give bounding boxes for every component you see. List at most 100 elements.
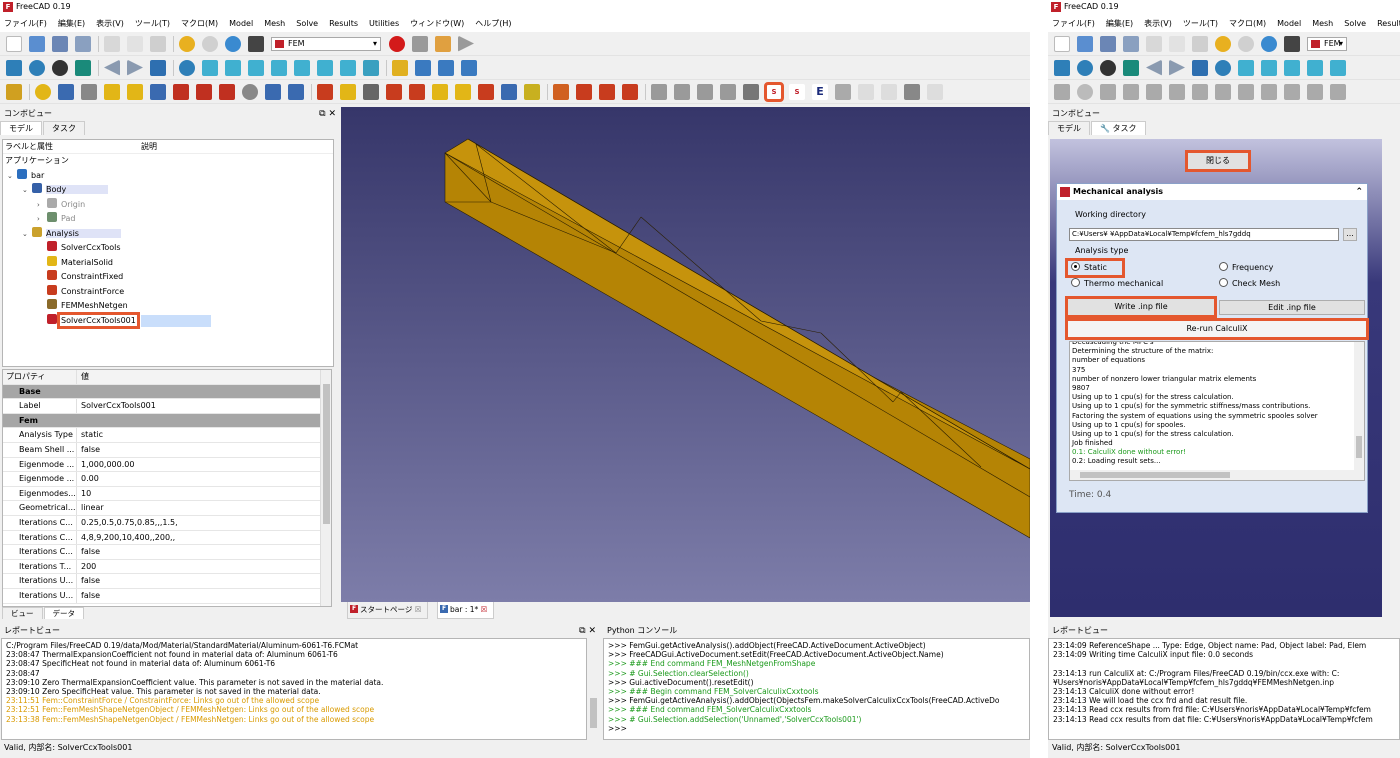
material-reinforced-icon[interactable] [127,83,143,100]
constraint-plane-rotation-icon[interactable] [363,83,379,100]
material-fluid-icon[interactable] [58,83,74,100]
paste-icon[interactable] [1192,35,1208,52]
element-geometry-icon[interactable] [150,83,166,100]
property-value[interactable]: false [77,589,100,603]
menu-edit[interactable]: 編集(E) [1106,18,1133,29]
close-button[interactable]: 閉じる [1185,150,1251,172]
redo-icon[interactable] [202,35,218,52]
property-row[interactable]: Iterations T... 200 [3,559,331,575]
property-row[interactable]: Iterations U... false [3,588,331,604]
workbench-selector[interactable]: FEM [271,36,381,51]
collapse-arrow-icon[interactable]: › [37,212,47,227]
material-fluid-icon[interactable] [1100,83,1116,100]
constraint-bearing-icon[interactable] [501,83,517,100]
constraint-fixed-icon[interactable] [317,83,333,100]
view-right-icon[interactable] [271,59,287,76]
tree-item[interactable]: › Origin [3,197,333,213]
fit-all-icon[interactable] [6,59,22,76]
bounding-box-icon[interactable] [75,59,91,76]
menu-solve[interactable]: Solve [296,19,318,28]
element-geometry-icon[interactable] [1169,83,1185,100]
refresh-icon[interactable] [1261,35,1277,52]
new-file-icon[interactable] [6,35,22,52]
view-bottom-icon[interactable] [317,59,333,76]
browse-button[interactable]: ... [1343,228,1357,241]
macro-run-icon[interactable] [458,35,474,52]
property-row[interactable]: Eigenmode ... 0.00 [3,472,331,487]
collapse-icon[interactable]: ⌃ [1355,184,1363,200]
tree-item[interactable]: FEMMeshNetgen [3,299,333,314]
constraint-pressure-icon[interactable] [288,83,304,100]
menu-model[interactable]: Model [1277,19,1301,28]
tab-bar-document[interactable]: F bar : 1* ☒ [437,602,495,619]
link-actions-icon[interactable] [461,59,477,76]
menu-mesh[interactable]: Mesh [1312,19,1333,28]
menu-results[interactable]: Results [329,19,358,28]
solver-elmer-icon[interactable]: E [812,83,828,100]
part-icon[interactable] [392,59,408,76]
material-editor-icon[interactable] [81,83,97,100]
property-row[interactable]: Eigenmode ... 1,000,000.00 [3,457,331,473]
tree-item[interactable]: ⌄ bar [3,168,333,184]
output-hscrollbar-thumb[interactable] [1080,472,1230,478]
output-scrollbar[interactable] [1354,342,1364,470]
back-icon[interactable] [104,59,120,76]
property-value[interactable]: SolverCcxTools001 [77,399,156,413]
open-file-icon[interactable] [1077,35,1093,52]
property-row[interactable]: Iterations C... 4,8,9,200,10,400,,200,, [3,530,331,546]
mesh-group-icon[interactable] [743,83,759,100]
property-row[interactable]: Geometrical... linear [3,501,331,516]
property-row[interactable]: Iterations U... false [3,574,331,589]
property-row[interactable]: Eigenmodes... 10 [3,486,331,502]
property-row[interactable]: Analysis Type static [3,428,331,443]
menu-file[interactable]: ファイル(F) [1052,18,1095,29]
tree-item[interactable]: SolverCcxTools [3,241,333,256]
new-file-icon[interactable] [1054,35,1070,52]
constraint-tie-icon[interactable] [1330,83,1346,100]
radio-static-indicator[interactable] [1071,262,1080,271]
tab-view[interactable]: ビュー [2,607,43,619]
radio-frequency-indicator[interactable] [1219,262,1228,271]
menu-view[interactable]: 表示(V) [1144,18,1172,29]
menu-mesh[interactable]: Mesh [264,19,285,28]
element-rotation-icon[interactable] [1215,83,1231,100]
save-icon[interactable] [52,35,68,52]
constraint-initial-temp-icon[interactable] [622,83,638,100]
panel-float-close-icon[interactable]: ⧉ ✕ [319,107,336,121]
tab-tasks[interactable]: タスク [43,121,85,135]
constraint-transform-icon[interactable] [455,83,471,100]
rerun-calculix-button[interactable]: Re-run CalculiX [1065,318,1369,340]
property-row[interactable]: Iterations C... false [3,545,331,560]
material-solid-icon[interactable] [1077,83,1093,100]
view-top-icon[interactable] [248,59,264,76]
tree-item[interactable]: SolverCcxTools001 [3,311,333,329]
menu-tools[interactable]: ツール(T) [1183,18,1218,29]
solver-calculix-icon[interactable]: S [789,83,805,100]
view-isometric-icon[interactable] [202,59,218,76]
view-left-icon[interactable] [340,59,356,76]
property-row[interactable]: Label SolverCcxTools001 [3,399,331,414]
view-top-icon[interactable] [1284,59,1300,76]
constraint-force-icon[interactable] [478,83,494,100]
bounding-box-icon[interactable] [1123,59,1139,76]
solver-control-icon[interactable] [835,83,851,100]
view-isometric-icon[interactable] [1238,59,1254,76]
menu-view[interactable]: 表示(V) [96,18,124,29]
tree-item[interactable]: ConstraintFixed [3,270,333,285]
undo-icon[interactable] [179,35,195,52]
property-row[interactable]: Beam Shell ... false [3,442,331,458]
radio-static[interactable]: Static [1065,258,1125,278]
element-rotation-icon[interactable] [196,83,212,100]
fit-all-icon[interactable] [1054,59,1070,76]
property-value[interactable]: 200 [77,560,96,574]
save-icon[interactable] [1100,35,1116,52]
tab-model[interactable]: モデル [1048,121,1090,135]
output-hscrollbar[interactable] [1070,470,1364,480]
constraint-body-heat-icon[interactable] [265,83,281,100]
menu-macro[interactable]: マクロ(M) [1229,18,1266,29]
tree-item[interactable]: ⌄ Body [3,183,333,198]
menu-help[interactable]: ヘルプ(H) [475,18,511,29]
radio-frequency[interactable]: Frequency [1219,260,1273,276]
tab-tasks[interactable]: 🔧 タスク [1091,121,1146,135]
constraint-heatflux-icon[interactable] [599,83,615,100]
